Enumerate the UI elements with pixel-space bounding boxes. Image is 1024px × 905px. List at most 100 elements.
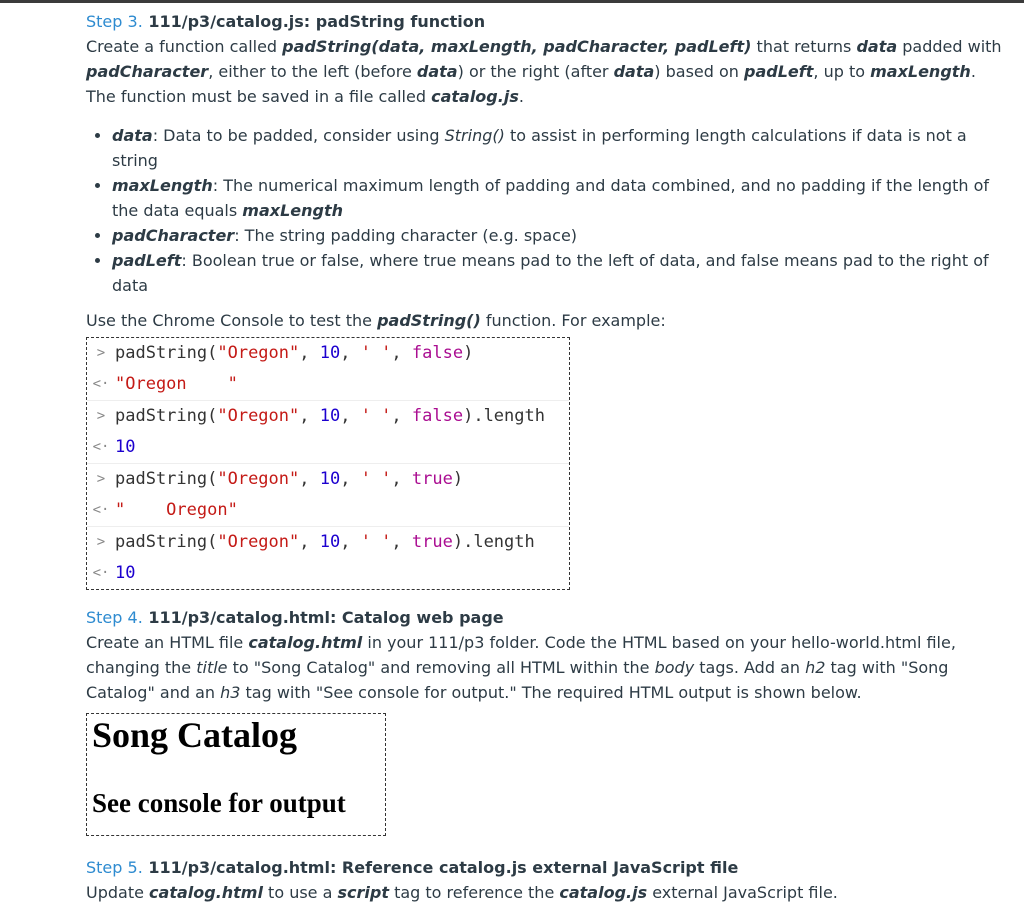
string-literal: "Oregon"	[217, 532, 300, 552]
text: Create an HTML file	[86, 633, 249, 652]
emphasis: data	[856, 37, 897, 56]
emphasis: padCharacter	[86, 62, 208, 81]
code: ,	[340, 343, 361, 363]
console-output-row: <· "Oregon "	[87, 369, 569, 400]
step-title: 111/p3/catalog.html: Catalog web page	[148, 608, 504, 627]
list-item: maxLength: The numerical maximum length …	[112, 173, 1006, 223]
description: : Data to be padded, consider using	[152, 126, 445, 145]
text: padded with	[897, 37, 1002, 56]
italic-text: title	[196, 658, 228, 677]
emphasis: maxLength	[870, 62, 971, 81]
emphasis-text: script	[337, 883, 389, 902]
emphasis: padLeft	[744, 62, 813, 81]
term: padLeft	[112, 251, 181, 270]
code: ,	[299, 343, 320, 363]
code: ,	[391, 343, 412, 363]
emphasis: data	[417, 62, 458, 81]
term-text: maxLength	[242, 201, 343, 220]
number-literal: 10	[319, 406, 341, 426]
console-output-row: <· 10	[87, 432, 569, 463]
string-literal: "Oregon"	[217, 406, 300, 426]
emphasis-text: padLeft	[744, 62, 814, 81]
step-number: Step 3.	[86, 12, 143, 31]
string-literal: "Oregon"	[217, 469, 300, 489]
console-input-row: > padString("Oregon", 10, ' ', true)	[87, 463, 569, 495]
code: )	[463, 343, 474, 363]
prompt-icon: >	[96, 471, 106, 487]
step3-heading: Step 3. 111/p3/catalog.js: padString fun…	[86, 10, 1006, 34]
list-item: data: Data to be padded, consider using …	[112, 123, 1006, 173]
string-literal: "Oregon"	[217, 343, 300, 363]
code: ,	[391, 406, 412, 426]
term-text: data	[112, 126, 153, 145]
list-item: padCharacter: The string padding charact…	[112, 223, 1006, 248]
term: padCharacter	[112, 226, 234, 245]
step5-heading: Step 5. 111/p3/catalog.html: Reference c…	[86, 856, 1006, 880]
step-number: Step 5.	[86, 858, 143, 877]
code: padString(	[115, 532, 218, 552]
emphasis-text: data	[856, 37, 898, 56]
emphasis: catalog.html	[149, 883, 263, 902]
code: ,	[299, 406, 320, 426]
preview-h2: Song Catalog	[92, 715, 298, 755]
text: tags. Add an	[694, 658, 806, 677]
emphasis-text: catalog.js	[431, 87, 519, 106]
term-text: padCharacter	[112, 226, 235, 245]
text: .	[518, 87, 524, 106]
text: Update	[86, 883, 150, 902]
term-text: maxLength	[112, 176, 213, 195]
boolean-literal: false	[411, 406, 464, 426]
text: , either to the left (before	[208, 62, 417, 81]
console-input-row: > padString("Oregon", 10, ' ', false)	[87, 338, 569, 369]
boolean-literal: true	[411, 532, 453, 552]
step4-body: Create an HTML file catalog.html in your…	[86, 630, 1006, 705]
italic-text: body	[654, 658, 695, 677]
boolean-literal: true	[411, 469, 453, 489]
number-literal: 10	[319, 343, 341, 363]
emphasis: catalog.html	[248, 633, 362, 652]
code: ,	[391, 532, 412, 552]
code: padString(	[115, 343, 218, 363]
step5-body: Update catalog.html to use a script tag …	[86, 880, 1006, 905]
assignment-content: Step 3. 111/p3/catalog.js: padString fun…	[86, 10, 1006, 905]
text: , up to	[813, 62, 871, 81]
code-ref: String()	[444, 126, 505, 145]
output-number: 10	[115, 563, 136, 583]
emphasis-text: data	[613, 62, 655, 81]
result-icon: <·	[92, 565, 110, 581]
console-output-row: <· " Oregon"	[87, 495, 569, 526]
output-string: "Oregon "	[115, 374, 238, 394]
console-output-row: <· 10	[87, 558, 569, 589]
string-literal: ' '	[360, 343, 392, 363]
prompt-icon: >	[96, 408, 106, 424]
parameter-list: data: Data to be padded, consider using …	[86, 123, 1006, 298]
step4-heading: Step 4. 111/p3/catalog.html: Catalog web…	[86, 606, 1006, 630]
code: ).length	[452, 532, 535, 552]
text: function. For example:	[480, 311, 666, 330]
emphasis-text: padCharacter	[86, 62, 209, 81]
step-title: 111/p3/catalog.js: padString function	[148, 12, 486, 31]
text: to "Song Catalog" and removing all HTML …	[227, 658, 655, 677]
emphasis: catalog.js	[559, 883, 647, 902]
emphasis: padString(data, maxLength, padCharacter,…	[282, 37, 751, 56]
string-literal: ' '	[360, 406, 392, 426]
code: padString(	[115, 406, 218, 426]
boolean-literal: false	[411, 343, 464, 363]
step-number: Step 4.	[86, 608, 143, 627]
emphasis-text: maxLength	[870, 62, 971, 81]
code: ,	[340, 406, 361, 426]
console-input-row: > padString("Oregon", 10, ' ', true).leng…	[87, 526, 569, 558]
emphasis: data	[614, 62, 655, 81]
result-icon: <·	[92, 502, 110, 518]
code: ,	[340, 532, 361, 552]
output-string: " Oregon"	[115, 500, 238, 520]
console-example: > padString("Oregon", 10, ' ', false) <· "O…	[86, 337, 570, 590]
description: : Boolean true or false, where true mean…	[112, 251, 989, 295]
text: that returns	[751, 37, 857, 56]
text: to use a	[262, 883, 338, 902]
emphasis-text: data	[416, 62, 458, 81]
function-name: padString()	[377, 311, 481, 330]
emphasis: catalog.js	[431, 87, 519, 106]
term: data	[112, 126, 153, 145]
code: ,	[391, 469, 412, 489]
